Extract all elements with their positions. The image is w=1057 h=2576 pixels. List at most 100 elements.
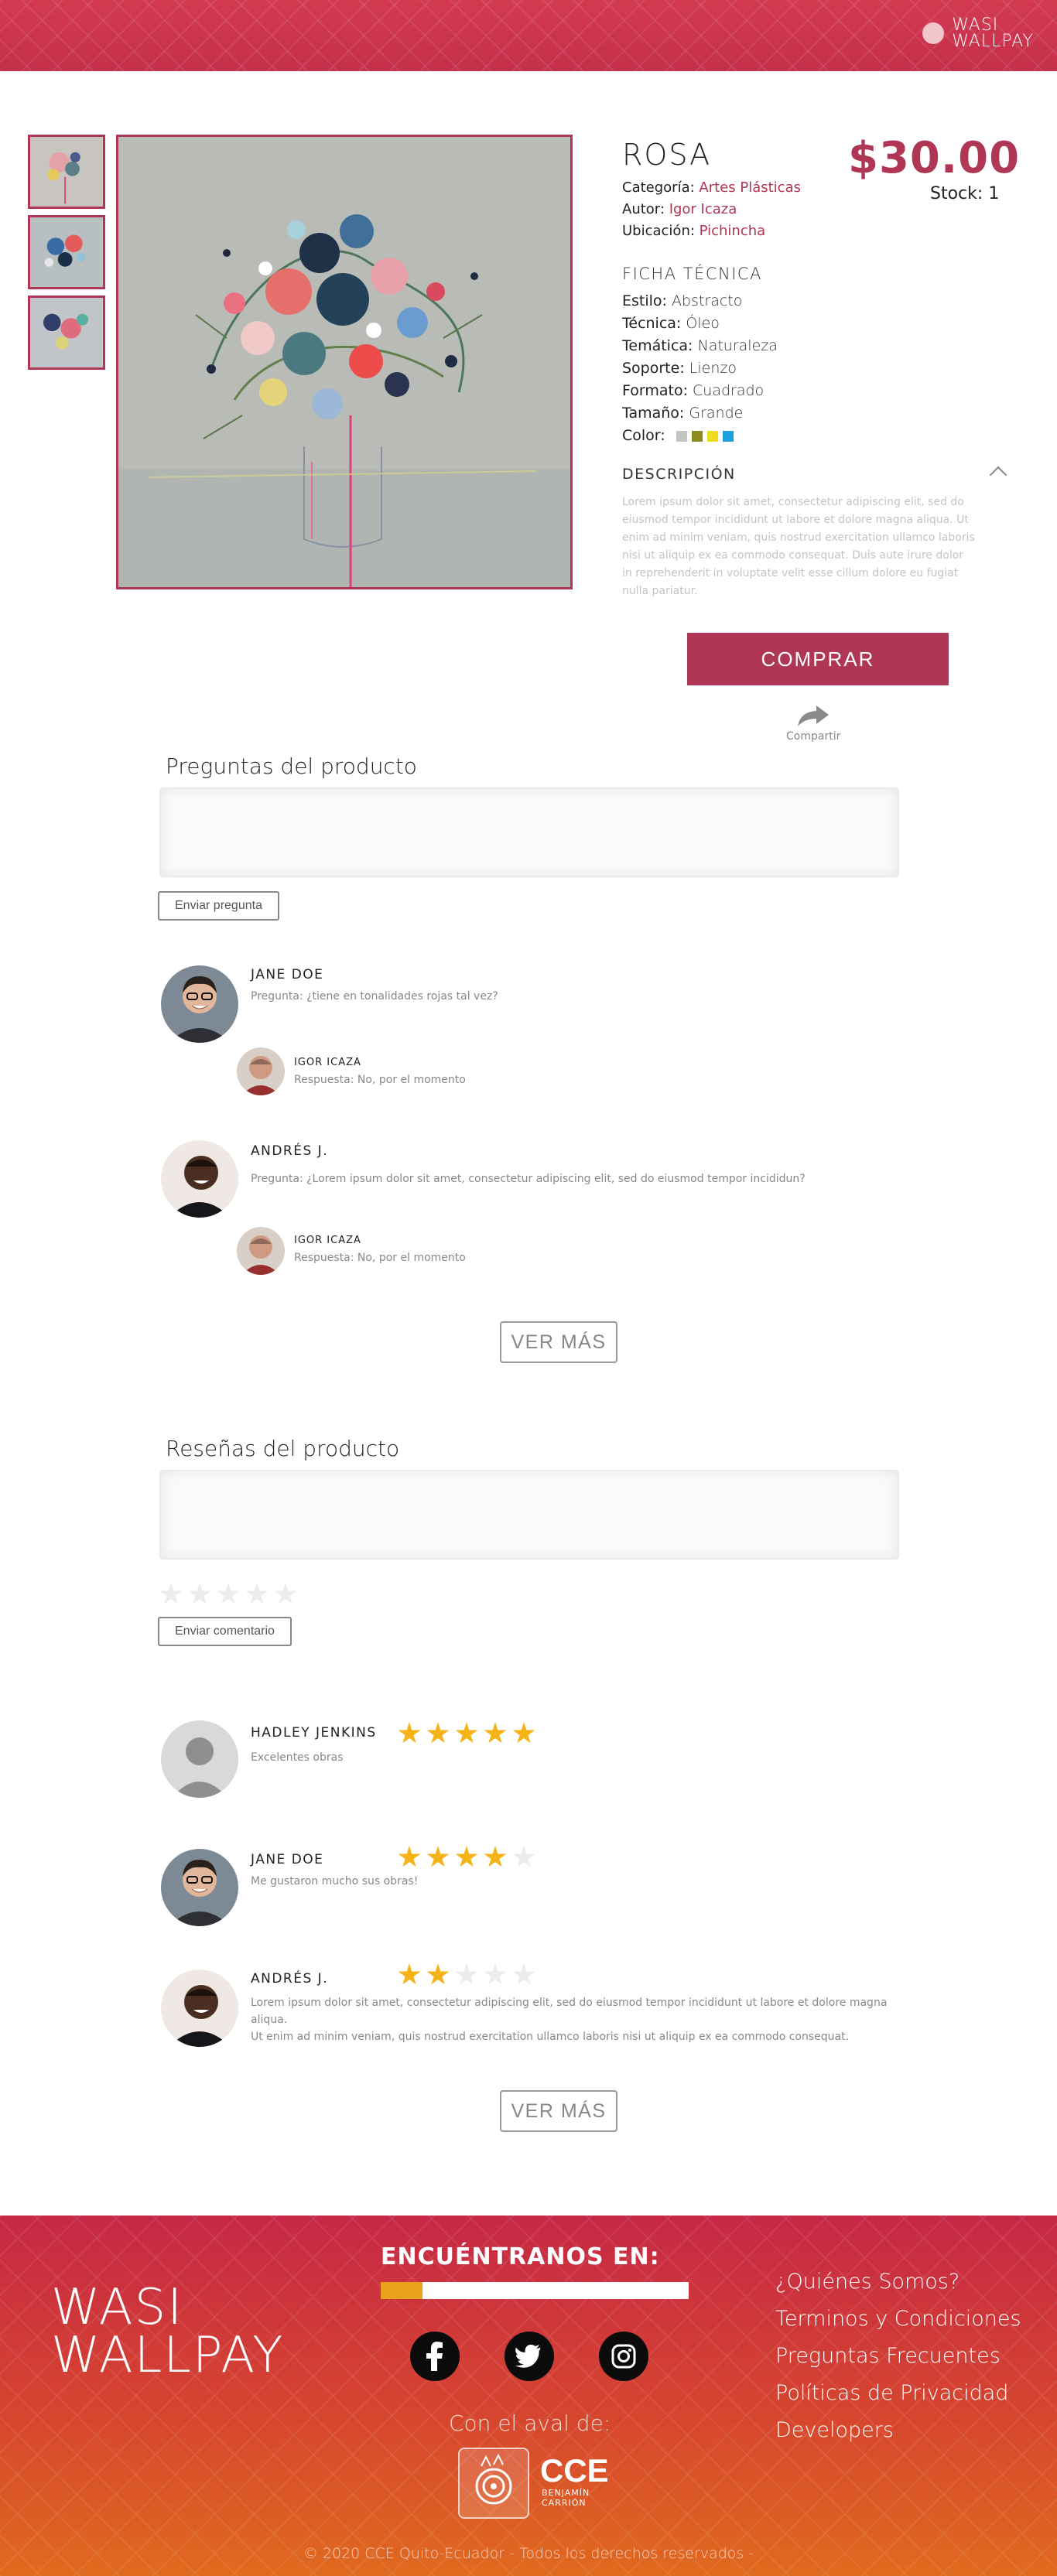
- location-label: Ubicación:: [622, 223, 695, 239]
- share-label: Compartir: [786, 730, 841, 743]
- spec-tamano: Tamaño: Grande: [622, 405, 744, 422]
- questions-more-button[interactable]: VER MÁS: [500, 1321, 617, 1363]
- logo-mark-icon: [922, 22, 945, 44]
- avatar-jane-doe: [161, 965, 238, 1043]
- instagram-icon[interactable]: [599, 2332, 648, 2381]
- logo-line1: WASI: [952, 15, 999, 35]
- rating-input-star-icon[interactable]: [217, 1583, 240, 1604]
- color-swatch-gray[interactable]: [676, 430, 687, 442]
- rating-input-star-icon[interactable]: [274, 1583, 297, 1604]
- questions-title: Preguntas del producto: [166, 753, 417, 779]
- thumbnail-2[interactable]: [28, 215, 105, 289]
- logo-line2: WALLPAY: [952, 32, 1034, 51]
- answer-2-text: Respuesta: No, por el momento: [294, 1252, 466, 1264]
- answer-2-author: IGOR ICAZA: [294, 1235, 361, 1246]
- send-review-button[interactable]: Enviar comentario: [158, 1617, 292, 1646]
- site-header: WASI WALLPAY: [0, 0, 1057, 71]
- author-link[interactable]: Igor Icaza: [669, 201, 737, 217]
- buy-button[interactable]: COMPRAR: [687, 633, 949, 685]
- painting-illustration: [118, 137, 570, 587]
- star-icon: [426, 1963, 450, 1985]
- avatar-andres-j-review: [161, 1970, 238, 2047]
- author-line: Autor: Igor Icaza: [622, 201, 737, 217]
- product-title: ROSA: [622, 138, 712, 172]
- location-line: Ubicación: Pichincha: [622, 223, 765, 239]
- color-swatch-yellow[interactable]: [706, 430, 718, 442]
- cce-emblem-icon: [458, 2448, 529, 2519]
- stock-label: Stock:: [930, 184, 983, 203]
- star-icon: [398, 1963, 421, 1985]
- main-product-image[interactable]: [116, 135, 573, 589]
- category-link[interactable]: Artes Plásticas: [699, 179, 801, 196]
- description-title[interactable]: DESCRIPCIÓN: [622, 466, 736, 483]
- color-swatch-olive[interactable]: [691, 430, 703, 442]
- header-pattern: [0, 0, 1057, 71]
- spec-soporte: Soporte: Lienzo: [622, 360, 737, 377]
- reviews-title: Reseñas del producto: [166, 1436, 400, 1461]
- aval-label: Con el aval de:: [449, 2410, 611, 2436]
- cce-label: CCE: [540, 2452, 609, 2489]
- chevron-up-icon[interactable]: [989, 466, 1007, 484]
- cce-subtitle: BENJAMÍN CARRIÓN: [542, 2488, 590, 2508]
- star-icon: [455, 1963, 478, 1985]
- star-icon: [484, 1846, 507, 1867]
- question-1-text: Pregunta: ¿tiene en tonalidades rojas ta…: [251, 990, 498, 1003]
- share-icon: [796, 704, 830, 727]
- review-3-rating: [398, 1963, 541, 1990]
- review-2-text: Me gustaron mucho sus obras!: [251, 1875, 419, 1888]
- star-icon: [484, 1963, 507, 1985]
- review-1-rating: [398, 1722, 541, 1748]
- twitter-icon[interactable]: [505, 2332, 554, 2381]
- avatar-jane-doe-review: [161, 1849, 238, 1926]
- thumbnail-3-image: [30, 298, 103, 367]
- spec-tematica: Temática: Naturaleza: [622, 337, 778, 354]
- description-text: Lorem ipsum dolor sit amet, consectetur …: [622, 496, 975, 597]
- stock-value: 1: [988, 184, 1000, 203]
- reviews-more-button[interactable]: VER MÁS: [500, 2090, 617, 2132]
- find-us-bar: [381, 2282, 689, 2299]
- avatar-igor-icaza-2: [237, 1227, 285, 1275]
- footer-link-privacidad[interactable]: Políticas de Privacidad: [775, 2381, 1008, 2405]
- category-label: Categoría:: [622, 179, 695, 196]
- footer-link-terminos[interactable]: Terminos y Condiciones: [775, 2307, 1021, 2331]
- facebook-icon[interactable]: [410, 2332, 460, 2381]
- footer-link-preguntas[interactable]: Preguntas Frecuentes: [775, 2344, 1001, 2368]
- location-link[interactable]: Pichincha: [700, 223, 766, 239]
- rating-input[interactable]: [159, 1583, 303, 1609]
- answer-1-author: IGOR ICAZA: [294, 1057, 361, 1068]
- rating-input-star-icon[interactable]: [159, 1583, 183, 1604]
- rating-input-star-icon[interactable]: [245, 1583, 269, 1604]
- thumbnail-3[interactable]: [28, 296, 105, 370]
- footer-logo[interactable]: WASI WALLPAY: [51, 2283, 284, 2380]
- spec-tecnica: Técnica: Óleo: [622, 315, 720, 332]
- spec-formato: Formato: Cuadrado: [622, 382, 765, 399]
- find-us-title: ENCUÉNTRANOS EN:: [381, 2243, 660, 2270]
- review-2-author: JANE DOE: [251, 1852, 324, 1867]
- review-input[interactable]: [159, 1470, 899, 1560]
- answer-1-text: Respuesta: No, por el momento: [294, 1074, 466, 1086]
- thumbnail-1[interactable]: [28, 135, 105, 209]
- header-logo[interactable]: WASI WALLPAY: [922, 17, 1034, 50]
- review-2-rating: [398, 1846, 541, 1872]
- thumbnail-2-image: [30, 217, 103, 287]
- question-2-text: Pregunta: ¿Lorem ipsum dolor sit amet, c…: [251, 1173, 806, 1185]
- avatar-hadley-jenkins: [161, 1720, 238, 1798]
- footer-link-developers[interactable]: Developers: [775, 2418, 894, 2442]
- copyright-text: © 2020 CCE Quito-Ecuador - Todos los der…: [303, 2545, 754, 2562]
- star-icon: [455, 1846, 478, 1867]
- share-button[interactable]: Compartir: [786, 704, 840, 743]
- question-1-author: JANE DOE: [251, 967, 324, 982]
- color-swatch-blue[interactable]: [722, 430, 734, 442]
- avatar-andres-j: [161, 1140, 238, 1218]
- thumbnail-1-image: [30, 137, 103, 207]
- stock-info: Stock: 1: [930, 184, 999, 203]
- rating-input-star-icon[interactable]: [188, 1583, 211, 1604]
- avatar-igor-icaza: [237, 1047, 285, 1095]
- question-input[interactable]: [159, 787, 899, 877]
- send-question-button[interactable]: Enviar pregunta: [158, 891, 279, 921]
- footer-link-quienes-somos[interactable]: ¿Quiénes Somos?: [775, 2270, 960, 2294]
- site-footer: WASI WALLPAY ENCUÉNTRANOS EN: Con el ava…: [0, 2216, 1057, 2576]
- question-2-author: ANDRÉS J.: [251, 1143, 329, 1159]
- star-icon: [512, 1722, 535, 1744]
- review-3-author: ANDRÉS J.: [251, 1971, 329, 1987]
